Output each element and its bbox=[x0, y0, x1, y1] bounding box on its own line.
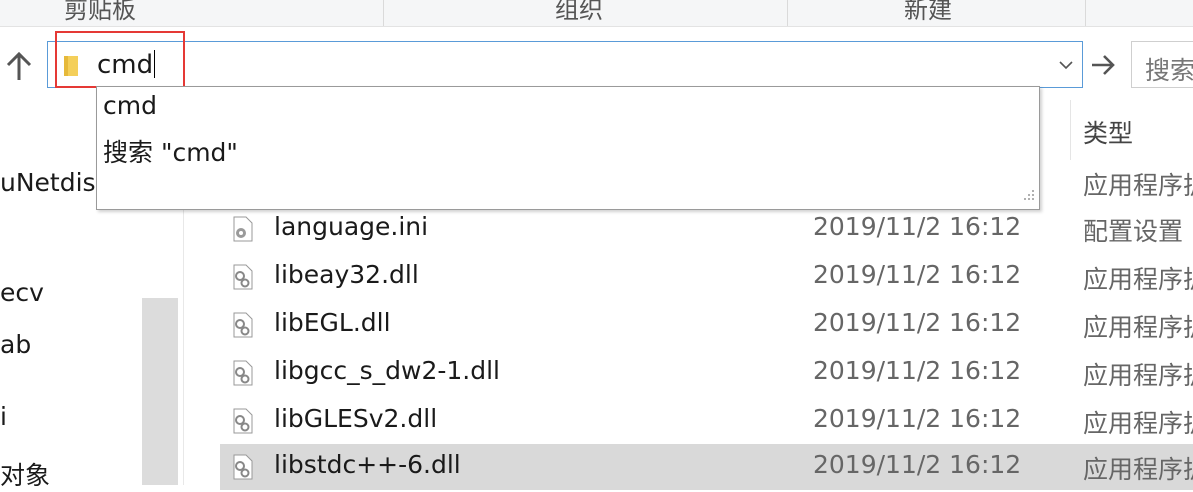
file-date: 2019/11/2 16:12 bbox=[813, 356, 1022, 385]
file-type: 应用程序扩展 bbox=[1083, 265, 1193, 294]
ribbon-separator bbox=[787, 0, 788, 26]
ribbon-group-new: 新建 bbox=[904, 0, 952, 24]
ribbon-separator bbox=[383, 0, 384, 26]
search-input[interactable]: 搜索 bbox=[1131, 41, 1193, 88]
resize-grip-icon[interactable] bbox=[1021, 186, 1035, 205]
dll-file-icon bbox=[232, 264, 254, 294]
up-button[interactable] bbox=[2, 50, 38, 86]
arrow-right-icon bbox=[1092, 55, 1115, 75]
file-date: 2019/11/2 16:12 bbox=[813, 260, 1022, 289]
column-separator[interactable] bbox=[1070, 100, 1071, 160]
file-row-selected[interactable]: libstdc++-6.dll 2019/11/2 16:12 应用程序扩展 bbox=[220, 444, 1193, 490]
file-type: 应用程序扩展 bbox=[1083, 455, 1193, 484]
file-type: 应用程序扩展 bbox=[1083, 409, 1193, 438]
ribbon: 剪贴板 组织 新建 bbox=[0, 0, 1193, 27]
file-date: 2019/11/2 16:12 bbox=[813, 450, 1022, 479]
file-date: 2019/11/2 16:12 bbox=[813, 404, 1022, 433]
dll-file-icon bbox=[232, 312, 254, 342]
nav-item[interactable]: 对象 bbox=[0, 456, 50, 492]
file-date: 2019/11/2 16:12 bbox=[813, 212, 1022, 241]
file-row[interactable]: libGLESv2.dll 2019/11/2 16:12 应用程序扩展 bbox=[220, 398, 1193, 444]
chevron-down-icon[interactable] bbox=[1058, 57, 1074, 76]
file-row[interactable]: language.ini 2019/11/2 16:12 配置设置 bbox=[220, 206, 1193, 252]
autocomplete-option[interactable]: cmd bbox=[103, 91, 157, 120]
ribbon-group-clipboard: 剪贴板 bbox=[64, 0, 136, 24]
ribbon-group-organize: 组织 bbox=[555, 0, 603, 24]
file-type: 应用程序扩展 bbox=[1083, 313, 1193, 342]
arrow-up-icon bbox=[6, 51, 32, 80]
nav-scrollbar-thumb[interactable] bbox=[142, 298, 178, 485]
file-name: libEGL.dll bbox=[274, 308, 391, 337]
file-name: libstdc++-6.dll bbox=[274, 450, 461, 479]
file-row[interactable]: libEGL.dll 2019/11/2 16:12 应用程序扩展 bbox=[220, 302, 1193, 348]
file-date: 2019/11/2 16:12 bbox=[813, 308, 1022, 337]
nav-item[interactable]: ab bbox=[0, 330, 31, 359]
dll-file-icon bbox=[232, 360, 254, 390]
go-button[interactable] bbox=[1089, 52, 1117, 82]
nav-item[interactable]: ecv bbox=[0, 278, 44, 307]
highlight-box bbox=[55, 31, 185, 88]
file-type: 配置设置 bbox=[1083, 217, 1184, 246]
file-type: 应用程序扩展 bbox=[1083, 171, 1193, 200]
file-name: language.ini bbox=[274, 212, 429, 241]
file-row[interactable]: libeay32.dll 2019/11/2 16:12 应用程序扩展 bbox=[220, 254, 1193, 300]
address-autocomplete-dropdown: cmd 搜索 "cmd" bbox=[96, 86, 1040, 210]
address-bar[interactable]: cmd bbox=[47, 41, 1083, 88]
dll-file-icon bbox=[232, 454, 254, 484]
search-placeholder: 搜索 bbox=[1145, 56, 1193, 85]
ribbon-separator bbox=[1085, 0, 1086, 26]
file-row[interactable]: libgcc_s_dw2-1.dll 2019/11/2 16:12 应用程序扩… bbox=[220, 350, 1193, 396]
nav-item[interactable]: i bbox=[0, 402, 7, 431]
file-name: libgcc_s_dw2-1.dll bbox=[274, 356, 501, 385]
file-type: 应用程序扩展 bbox=[1083, 361, 1193, 390]
file-name: libeay32.dll bbox=[274, 260, 419, 289]
dll-file-icon bbox=[232, 408, 254, 438]
nav-item[interactable]: uNetdis bbox=[0, 168, 96, 197]
settings-file-icon bbox=[232, 216, 254, 246]
file-name: libGLESv2.dll bbox=[274, 404, 438, 433]
column-header-type[interactable]: 类型 bbox=[1083, 114, 1133, 150]
autocomplete-option-search[interactable]: 搜索 "cmd" bbox=[103, 133, 238, 169]
